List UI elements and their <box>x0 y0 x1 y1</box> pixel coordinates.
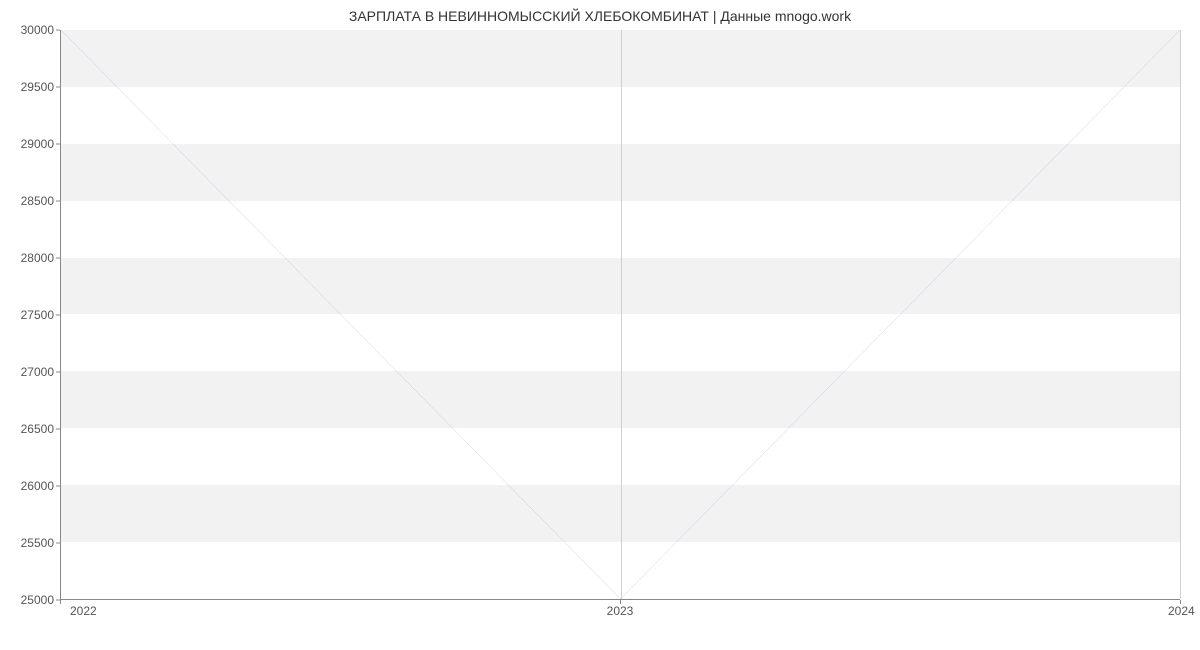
y-tick-label: 25000 <box>4 593 54 607</box>
x-tick-label: 2022 <box>70 604 97 618</box>
plot-area <box>60 30 1180 600</box>
y-tick-label: 27000 <box>4 365 54 379</box>
y-tick-mark <box>56 201 60 202</box>
gridline-vertical <box>1180 30 1181 599</box>
chart-title: ЗАРПЛАТА В НЕВИННОМЫССКИЙ ХЛЕБОКОМБИНАТ … <box>0 8 1200 24</box>
y-tick-mark <box>56 372 60 373</box>
y-tick-mark <box>56 30 60 31</box>
x-tick-mark <box>60 600 61 604</box>
x-tick-label: 2024 <box>1168 604 1195 618</box>
data-line <box>61 30 1180 599</box>
y-tick-label: 27500 <box>4 308 54 322</box>
y-tick-label: 28000 <box>4 251 54 265</box>
y-tick-mark <box>56 315 60 316</box>
y-tick-label: 30000 <box>4 23 54 37</box>
y-tick-label: 29000 <box>4 137 54 151</box>
chart-container: ЗАРПЛАТА В НЕВИННОМЫССКИЙ ХЛЕБОКОМБИНАТ … <box>0 0 1200 650</box>
y-tick-label: 26500 <box>4 422 54 436</box>
y-tick-mark <box>56 543 60 544</box>
y-tick-mark <box>56 144 60 145</box>
y-tick-label: 26000 <box>4 479 54 493</box>
y-tick-label: 25500 <box>4 536 54 550</box>
y-tick-label: 29500 <box>4 80 54 94</box>
y-tick-label: 28500 <box>4 194 54 208</box>
y-tick-mark <box>56 429 60 430</box>
y-tick-mark <box>56 87 60 88</box>
y-tick-mark <box>56 258 60 259</box>
x-tick-label: 2023 <box>607 604 634 618</box>
y-tick-mark <box>56 486 60 487</box>
